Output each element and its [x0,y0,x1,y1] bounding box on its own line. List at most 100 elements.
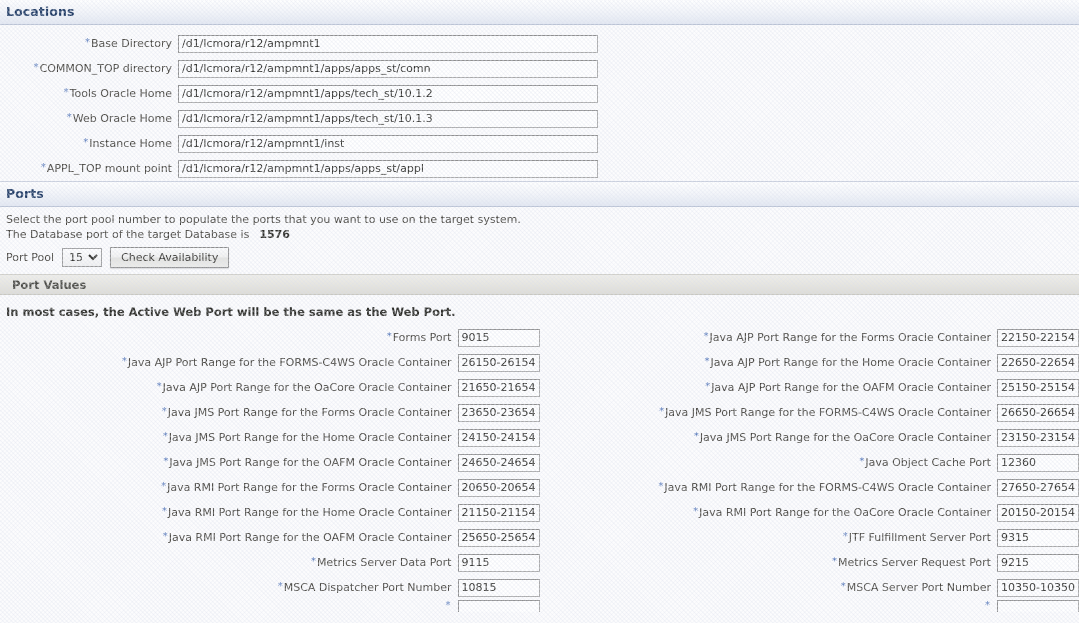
field-input[interactable] [997,503,1079,522]
locations-form: *Base Directory*COMMON_TOP directory*Too… [0,25,1079,181]
field-input[interactable] [997,600,1079,612]
port-value-row: *Java JMS Port Range for the FORMS-C4WS … [540,400,1079,425]
field-label: * [446,600,458,612]
required-marker-icon: * [445,600,451,611]
required-marker-icon: * [832,556,838,567]
field-label: *Metrics Server Request Port [832,556,997,569]
port-value-row: *Java RMI Port Range for the FORMS-C4WS … [540,475,1079,500]
field-label-text: Metrics Server Request Port [838,556,991,569]
field-label-text: Base Directory [91,37,172,50]
field-input[interactable] [997,428,1079,447]
field-label: *Java RMI Port Range for the FORMS-C4WS … [658,481,997,494]
required-marker-icon: * [63,87,69,98]
field-input[interactable] [457,428,540,447]
port-value-row: *Forms Port [0,325,540,350]
location-field-row: *APPL_TOP mount point [0,156,1079,181]
field-input[interactable] [178,59,598,78]
field-label-text: Java AJP Port Range for the FORMS-C4WS O… [127,356,452,369]
field-label: *Java AJP Port Range for the Forms Oracl… [704,331,997,344]
field-input[interactable] [457,553,540,572]
required-marker-icon: * [703,331,709,342]
field-input[interactable] [997,528,1079,547]
field-input[interactable] [457,378,540,397]
required-marker-icon: * [40,162,46,173]
port-value-row: *Java RMI Port Range for the Forms Oracl… [0,475,540,500]
field-label-text: Java AJP Port Range for the OaCore Oracl… [162,381,452,394]
field-input[interactable] [178,34,598,53]
database-port-label: The Database port of the target Database… [6,228,250,241]
field-label-text: Java RMI Port Range for the Home Oracle … [168,506,452,519]
field-input[interactable] [997,553,1079,572]
field-input[interactable] [997,403,1079,422]
field-label: *APPL_TOP mount point [0,162,178,175]
field-label: *JTF Fulfillment Server Port [843,531,997,544]
required-marker-icon: * [658,481,664,492]
required-marker-icon: * [705,381,711,392]
field-label-text: Java RMI Port Range for the FORMS-C4WS O… [664,481,991,494]
field-label: *Forms Port [387,331,458,344]
field-input[interactable] [997,353,1079,372]
field-label-text: Java JMS Port Range for the Forms Oracle… [167,406,452,419]
field-input[interactable] [997,378,1079,397]
required-marker-icon: * [121,356,127,367]
field-label: *Instance Home [0,137,178,150]
field-label-text: MSCA Dispatcher Port Number [283,581,452,594]
field-input[interactable] [457,328,540,347]
field-input[interactable] [457,528,540,547]
field-input[interactable] [178,159,598,178]
required-marker-icon: * [83,137,89,148]
port-value-row: * [540,600,1079,612]
field-label: *Metrics Server Data Port [311,556,458,569]
field-input[interactable] [457,600,540,612]
port-value-row: *MSCA Server Port Number [540,575,1079,600]
field-label: *Web Oracle Home [0,112,178,125]
field-input[interactable] [178,134,598,153]
field-input[interactable] [457,478,540,497]
field-label-text: Java RMI Port Range for the OaCore Oracl… [699,506,991,519]
field-input[interactable] [457,503,540,522]
port-value-row: *Java JMS Port Range for the Home Oracle… [0,425,540,450]
field-label-text: MSCA Server Port Number [846,581,991,594]
check-availability-button[interactable]: Check Availability [110,247,230,268]
field-input[interactable] [997,478,1079,497]
field-label: *Java JMS Port Range for the Forms Oracl… [162,406,458,419]
location-field-row: *Tools Oracle Home [0,81,1079,106]
field-label: *Java RMI Port Range for the OaCore Orac… [693,506,997,519]
field-input[interactable] [178,84,598,103]
field-label-text: Java AJP Port Range for the OAFM Oracle … [711,381,991,394]
field-input[interactable] [457,453,540,472]
ports-section-title: Ports [6,186,44,201]
database-port-line: The Database port of the target Database… [6,227,1079,242]
field-label: *Java RMI Port Range for the Forms Oracl… [161,481,457,494]
field-label: *MSCA Dispatcher Port Number [278,581,458,594]
field-label-text: Java JMS Port Range for the OaCore Oracl… [699,431,991,444]
field-label: *Java AJP Port Range for the Home Oracle… [705,356,998,369]
required-marker-icon: * [163,456,169,467]
required-marker-icon: * [85,37,91,48]
port-values-note: In most cases, the Active Web Port will … [6,305,456,319]
field-label: *Java AJP Port Range for the FORMS-C4WS … [122,356,458,369]
field-label-text: Web Oracle Home [72,112,172,125]
field-label-text: Java Object Cache Port [865,456,991,469]
port-value-row: *JTF Fulfillment Server Port [540,525,1079,550]
field-label-text: Forms Port [392,331,452,344]
field-label-text: Metrics Server Data Port [316,556,452,569]
field-input[interactable] [457,403,540,422]
port-values-left-column: *Forms Port*Java AJP Port Range for the … [0,325,540,612]
field-input[interactable] [997,328,1079,347]
field-input[interactable] [457,353,540,372]
field-input[interactable] [997,453,1079,472]
port-value-row: *Java JMS Port Range for the Forms Oracl… [0,400,540,425]
required-marker-icon: * [704,356,710,367]
port-value-row: *Metrics Server Data Port [0,550,540,575]
required-marker-icon: * [693,506,699,517]
field-input[interactable] [457,578,540,597]
field-label: *Tools Oracle Home [0,87,178,100]
field-input[interactable] [178,109,598,128]
port-pool-select[interactable]: 15 [62,248,103,267]
port-value-row: *Java AJP Port Range for the OAFM Oracle… [540,375,1079,400]
location-field-row: *Base Directory [0,31,1079,56]
required-marker-icon: * [659,406,665,417]
port-value-row: *Java AJP Port Range for the FORMS-C4WS … [0,350,540,375]
field-input[interactable] [997,578,1079,597]
